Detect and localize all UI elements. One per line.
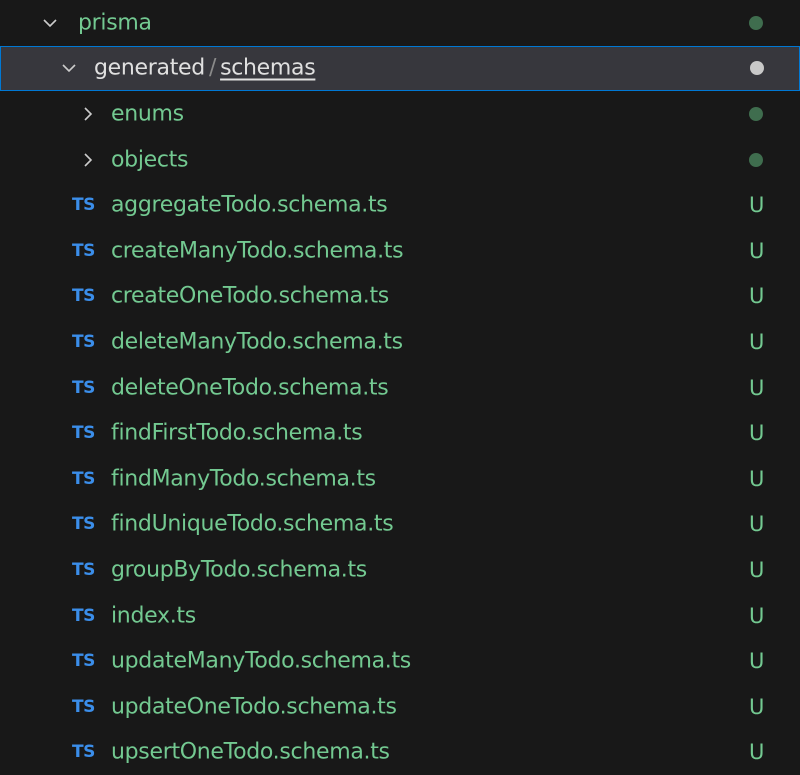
file-label: findFirstTodo.schema.ts (111, 420, 363, 446)
modified-dot (750, 61, 764, 76)
typescript-icon: TS (72, 331, 95, 352)
chevron-right-icon[interactable] (78, 150, 98, 170)
folder-label: enums (111, 101, 184, 127)
typescript-icon: TS (72, 377, 95, 398)
untracked-badge: U (749, 603, 765, 628)
file-label: upsertOneTodo.schema.ts (111, 739, 390, 765)
file-label: index.ts (111, 603, 196, 629)
file-label: updateManyTodo.schema.ts (111, 648, 411, 674)
git-status-dot (749, 106, 763, 121)
folder-objects[interactable]: objects (0, 137, 800, 183)
file-item[interactable]: TS updateOneTodo.schema.ts U (0, 684, 800, 730)
typescript-icon: TS (72, 195, 95, 216)
file-item[interactable]: TS index.ts U (0, 593, 800, 639)
untracked-badge: U (749, 557, 765, 582)
file-label: updateOneTodo.schema.ts (111, 694, 397, 720)
untracked-badge: U (749, 375, 765, 400)
untracked-badge: U (749, 466, 765, 491)
file-item[interactable]: TS createManyTodo.schema.ts U (0, 228, 800, 274)
typescript-icon: TS (72, 742, 95, 763)
untracked-badge: U (749, 193, 765, 218)
typescript-icon: TS (72, 651, 95, 672)
file-label: createManyTodo.schema.ts (111, 238, 404, 264)
typescript-icon: TS (72, 696, 95, 717)
typescript-icon: TS (72, 605, 95, 626)
untracked-badge: U (749, 238, 765, 263)
untracked-badge: U (749, 284, 765, 309)
file-item[interactable]: TS createOneTodo.schema.ts U (0, 274, 800, 320)
folder-generated-schemas[interactable]: generated / schemas (0, 45, 800, 92)
file-label: deleteManyTodo.schema.ts (111, 329, 403, 355)
typescript-icon: TS (72, 468, 95, 489)
file-item[interactable]: TS groupByTodo.schema.ts U (0, 547, 800, 593)
file-item[interactable]: TS findManyTodo.schema.ts U (0, 456, 800, 502)
typescript-icon: TS (72, 286, 95, 307)
folder-prisma[interactable]: prisma (0, 0, 800, 46)
folder-label: objects (111, 147, 189, 173)
chevron-down-icon[interactable] (59, 58, 79, 78)
typescript-icon: TS (72, 514, 95, 535)
file-item[interactable]: TS deleteManyTodo.schema.ts U (0, 319, 800, 365)
git-status-dot (749, 152, 763, 167)
untracked-badge: U (749, 740, 765, 765)
folder-enums[interactable]: enums (0, 91, 800, 137)
file-item[interactable]: TS findUniqueTodo.schema.ts U (0, 502, 800, 548)
chevron-right-icon[interactable] (78, 104, 98, 124)
chevron-down-icon[interactable] (40, 13, 60, 33)
folder-label: prisma (78, 10, 152, 36)
typescript-icon: TS (72, 423, 95, 444)
file-item[interactable]: TS upsertOneTodo.schema.ts U (0, 729, 800, 775)
untracked-badge: U (749, 649, 765, 674)
file-label: deleteOneTodo.schema.ts (111, 375, 389, 401)
file-item[interactable]: TS aggregateTodo.schema.ts U (0, 182, 800, 228)
typescript-icon: TS (72, 559, 95, 580)
file-label: groupByTodo.schema.ts (111, 557, 367, 583)
file-label: createOneTodo.schema.ts (111, 283, 389, 309)
file-label: findManyTodo.schema.ts (111, 466, 376, 492)
folder-label: generated / schemas (94, 55, 316, 81)
git-status-dot (749, 15, 763, 30)
folder-segment-generated[interactable]: generated (94, 56, 205, 81)
file-item[interactable]: TS updateManyTodo.schema.ts U (0, 638, 800, 684)
file-explorer-tree: prisma generated / schemas enums objects T… (0, 0, 800, 775)
file-item[interactable]: TS findFirstTodo.schema.ts U (0, 410, 800, 456)
untracked-badge: U (749, 512, 765, 537)
file-label: aggregateTodo.schema.ts (111, 192, 388, 218)
untracked-badge: U (749, 421, 765, 446)
file-item[interactable]: TS deleteOneTodo.schema.ts U (0, 365, 800, 411)
folder-segment-schemas[interactable]: schemas (220, 56, 316, 81)
path-separator: / (208, 55, 217, 81)
untracked-badge: U (749, 694, 765, 719)
untracked-badge: U (749, 329, 765, 354)
file-label: findUniqueTodo.schema.ts (111, 511, 394, 537)
typescript-icon: TS (72, 240, 95, 261)
